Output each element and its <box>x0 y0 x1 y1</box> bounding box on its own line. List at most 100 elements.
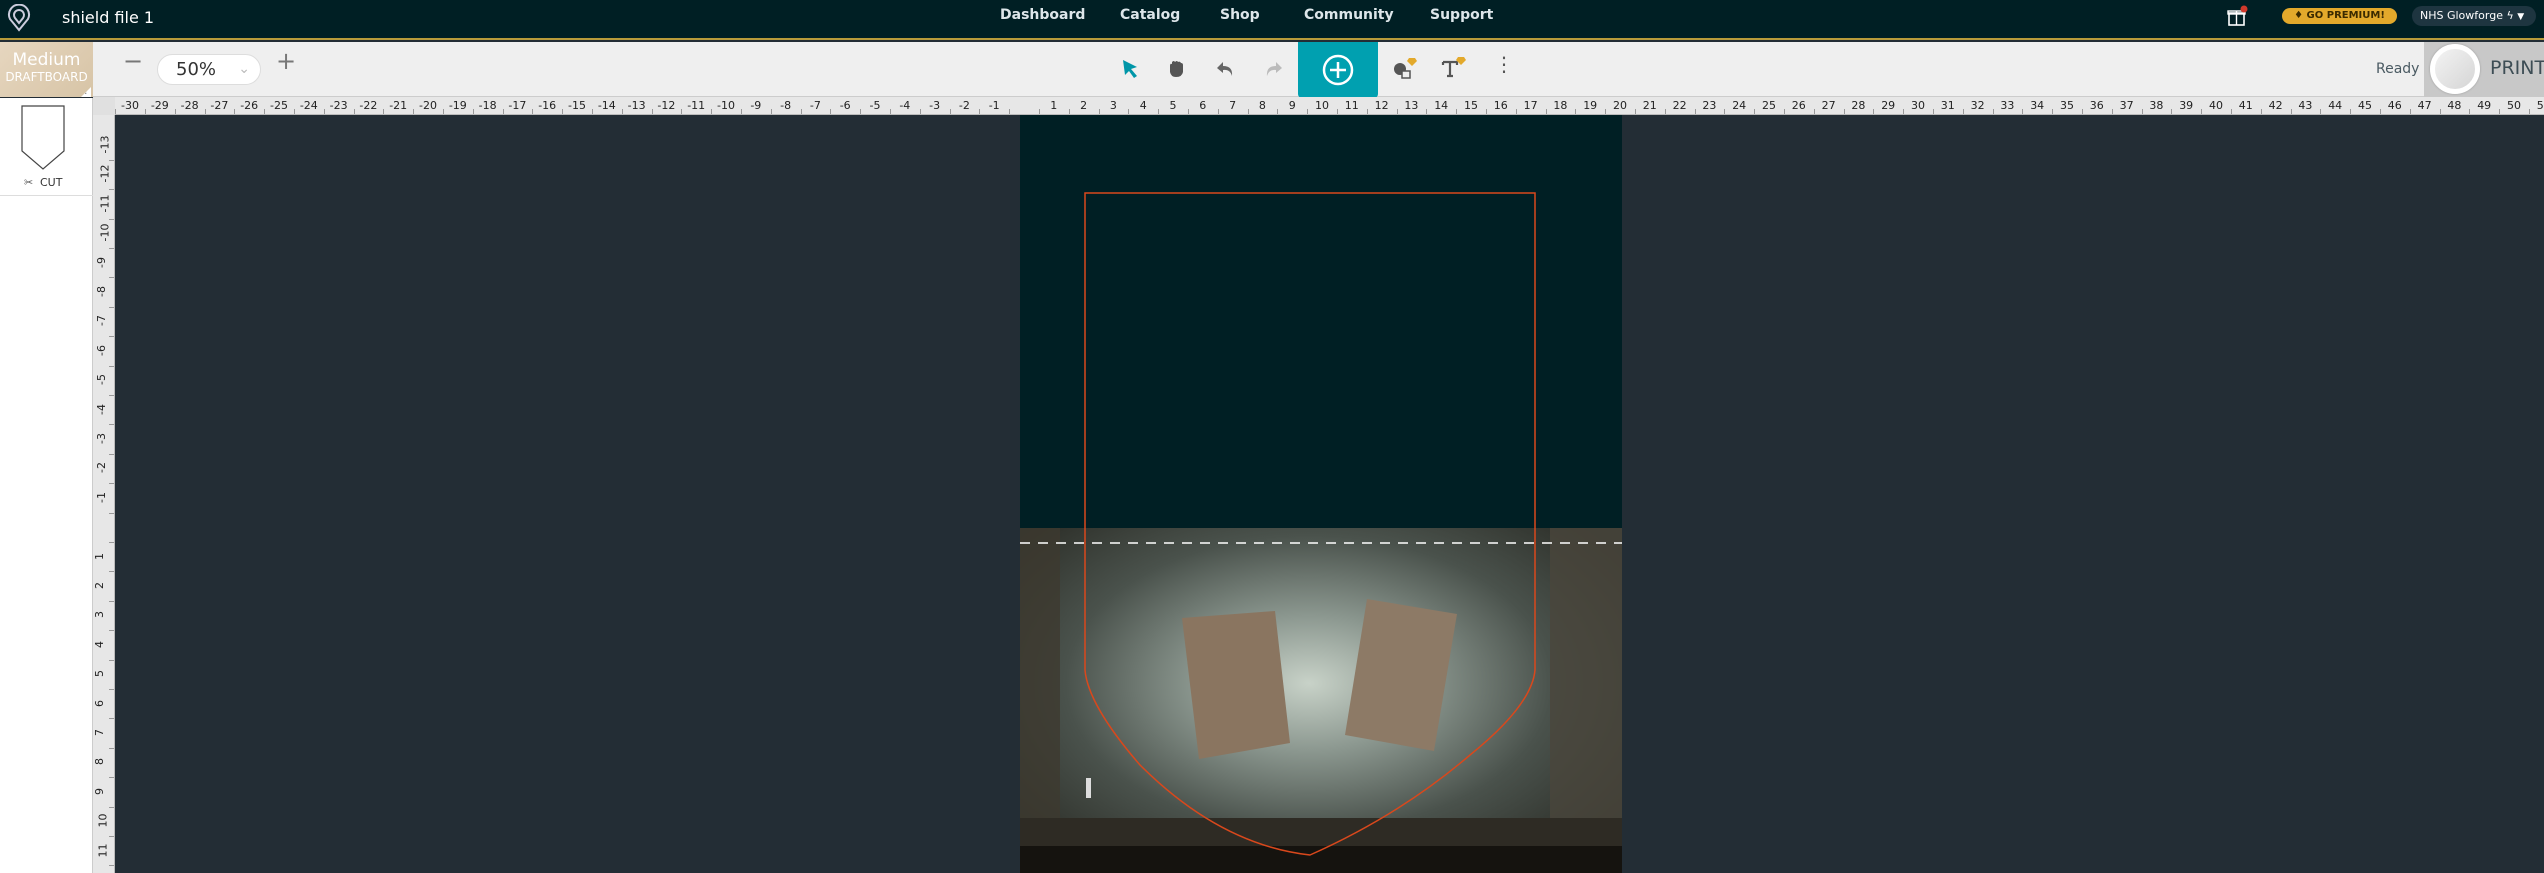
scissors-icon: ✂ <box>24 176 34 189</box>
redo-icon[interactable] <box>1262 58 1284 80</box>
ruler-tick <box>2260 109 2262 114</box>
select-arrow-icon[interactable] <box>1120 58 1142 80</box>
zoom-select[interactable]: 50% ⌄ <box>157 54 261 85</box>
ruler-tick <box>1694 109 1696 114</box>
ruler-label: 36 <box>2089 99 2104 112</box>
ruler-tick <box>2201 109 2203 114</box>
ruler-label: 17 <box>1523 99 1538 112</box>
ruler-tick <box>2111 109 2113 114</box>
nav-dashboard[interactable]: Dashboard <box>1000 7 1085 23</box>
text-premium-icon[interactable] <box>1440 54 1470 82</box>
ruler-tick <box>1962 109 1964 114</box>
ruler-label: 15 <box>1464 99 1478 112</box>
shield-cut-path[interactable] <box>1084 192 1536 856</box>
nav-community[interactable]: Community <box>1304 7 1394 23</box>
laser-bed[interactable] <box>1020 115 1622 873</box>
material-selector[interactable]: Medium DRAFTBOARD ? <box>0 42 93 97</box>
ruler-tick <box>860 109 862 114</box>
ruler-tick <box>949 109 951 114</box>
ruler-label: -9 <box>750 99 762 112</box>
ruler-tick <box>621 109 623 114</box>
ruler-tick <box>293 109 295 114</box>
ruler-label: 26 <box>1791 99 1806 112</box>
print-label[interactable]: PRINT <box>2490 57 2544 79</box>
ruler-tick <box>109 189 114 191</box>
ruler-tick <box>472 109 474 114</box>
ruler-tick <box>1873 109 1875 114</box>
zoom-out-button[interactable]: − <box>123 47 143 75</box>
gift-icon[interactable] <box>2226 5 2248 27</box>
ruler-tick <box>562 109 564 114</box>
ruler-label: 12 <box>1374 99 1389 112</box>
bolt-icon: ϟ <box>2506 9 2514 22</box>
ruler-label: 21 <box>1642 99 1657 112</box>
ruler-tick <box>2409 109 2411 114</box>
ruler-label: 11 <box>96 843 110 858</box>
status-text: Ready <box>2376 61 2420 77</box>
print-button[interactable] <box>2430 44 2480 94</box>
ruler-label: 33 <box>2000 99 2015 112</box>
go-premium-button[interactable]: ♦ GO PREMIUM! <box>2282 8 2397 24</box>
material-help[interactable]: ? <box>81 87 91 97</box>
add-artwork-button[interactable] <box>1298 42 1378 98</box>
ruler-label: 1 <box>93 552 106 560</box>
design-thumbnail[interactable]: ✂ CUT <box>0 98 93 196</box>
ruler-tick <box>830 109 832 114</box>
nav-support[interactable]: Support <box>1430 7 1493 23</box>
ruler-tick <box>109 483 114 485</box>
ruler-label: -3 <box>94 433 108 444</box>
ruler-tick <box>1783 109 1785 114</box>
ruler-tick <box>800 109 802 114</box>
file-title[interactable]: shield file 1 <box>62 8 154 27</box>
ruler-label: 9 <box>1288 99 1296 112</box>
ruler-tick <box>1724 109 1726 114</box>
ruler-label: -7 <box>94 315 108 327</box>
ruler-label: -1 <box>988 99 1000 112</box>
glowforge-logo-icon[interactable] <box>6 4 32 32</box>
undo-icon[interactable] <box>1215 58 1237 80</box>
ruler-label: 47 <box>2417 99 2432 112</box>
more-menu-icon[interactable]: ⋮ <box>1494 52 1514 76</box>
zoom-in-button[interactable]: + <box>276 47 296 75</box>
ruler-tick <box>174 109 176 114</box>
ruler-label: 5 <box>1169 99 1177 112</box>
ruler-label: -13 <box>627 99 646 112</box>
zoom-value: 50% <box>176 59 217 80</box>
ruler-label: 46 <box>2387 99 2402 112</box>
ruler-tick <box>502 109 504 114</box>
ruler-label: 2 <box>93 582 106 589</box>
ruler-tick <box>109 306 114 308</box>
nav-shop[interactable]: Shop <box>1220 7 1260 23</box>
ruler-label: -5 <box>94 374 108 386</box>
ruler-tick <box>2499 109 2501 114</box>
ruler-tick <box>109 394 114 396</box>
ruler-label: 19 <box>1583 99 1598 112</box>
ruler-label: 9 <box>93 787 106 795</box>
ruler-label: 13 <box>1404 99 1419 112</box>
ruler-tick <box>109 571 114 573</box>
ruler-label: -18 <box>478 99 497 112</box>
ruler-label: 43 <box>2298 99 2313 112</box>
ruler-tick <box>144 109 146 114</box>
ruler-label: 50 <box>2507 99 2521 112</box>
ruler-label: 51 <box>2536 99 2544 112</box>
hand-pan-icon[interactable] <box>1166 58 1188 80</box>
design-overlay <box>1020 192 1622 856</box>
ruler-label: 22 <box>1672 99 1687 112</box>
ruler-tick <box>2290 109 2292 114</box>
ruler-tick <box>109 277 114 279</box>
ruler-label: -15 <box>568 99 586 112</box>
caret-down-icon: ▼ <box>2517 12 2525 22</box>
ruler-tick <box>2141 109 2143 114</box>
operation-label[interactable]: CUT <box>40 176 62 189</box>
ruler-tick <box>1664 109 1666 114</box>
account-menu[interactable]: NHS Glowforge ϟ ▼ <box>2412 6 2536 26</box>
ruler-label: -16 <box>538 99 557 112</box>
ruler-tick <box>2081 109 2083 114</box>
ruler-label: 30 <box>1911 99 1925 112</box>
ruler-label: -6 <box>839 99 851 112</box>
ruler-tick <box>591 109 593 114</box>
shield-thumbnail-icon <box>21 105 65 170</box>
shapes-premium-icon[interactable] <box>1390 54 1420 82</box>
nav-catalog[interactable]: Catalog <box>1120 7 1180 23</box>
